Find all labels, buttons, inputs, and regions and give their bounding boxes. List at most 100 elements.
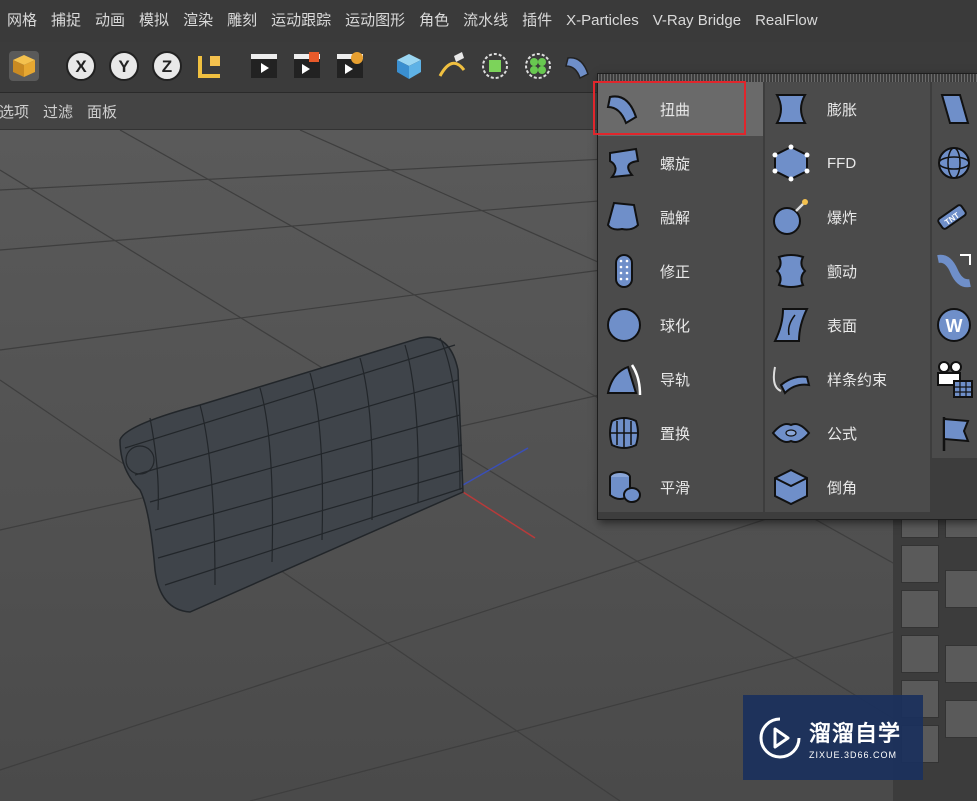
menu-simulate[interactable]: 模拟: [132, 0, 176, 42]
tool-icon-10[interactable]: [945, 700, 977, 738]
rail-icon: [602, 357, 646, 401]
y-axis-lock-icon[interactable]: Y: [108, 50, 140, 82]
watermark: 溜溜自学 ZIXUE.3D66.COM: [743, 695, 923, 780]
menu-snap[interactable]: 捕捉: [44, 0, 88, 42]
selection-highlight-box: [593, 81, 746, 135]
camera-deformer-icon: [932, 249, 976, 293]
deformer-label: 爆炸: [827, 209, 858, 227]
render-view-icon[interactable]: [248, 50, 280, 82]
tool-icon-3[interactable]: [901, 590, 939, 628]
mograph-cloner-icon[interactable]: [522, 50, 554, 82]
x-axis-lock-icon[interactable]: X: [65, 50, 97, 82]
menu-render[interactable]: 渲染: [176, 0, 220, 42]
viewport-menu-filter[interactable]: 过滤: [36, 101, 80, 122]
deformer-label: 膨胀: [827, 101, 858, 119]
cube-object-icon[interactable]: [8, 50, 40, 82]
deformer-popup-menu: 扭曲 螺旋 融解 修正 球化 导轨 置换 平滑 膨胀 FFD 爆炸 颤动 表面 …: [597, 73, 977, 520]
menu-x-particles[interactable]: X-Particles: [559, 0, 646, 42]
deformer-label: 导轨: [660, 371, 691, 389]
pen-spline-icon[interactable]: [436, 50, 468, 82]
deformer-jiggle-item[interactable]: 颤动: [765, 244, 930, 298]
correction-icon: [602, 249, 646, 293]
deformer-explosion-item[interactable]: 爆炸: [765, 190, 930, 244]
tool-icon-4[interactable]: [901, 635, 939, 673]
camera-clip-icon: [932, 357, 976, 401]
surface-icon: [769, 303, 813, 347]
svg-text:Z: Z: [162, 57, 172, 76]
deformer-label: 置换: [660, 425, 691, 443]
deformer-camera-item[interactable]: [928, 244, 977, 298]
svg-text:X: X: [75, 57, 87, 76]
deformer-label: 颤动: [827, 263, 858, 281]
smoothing-icon: [602, 465, 646, 509]
displacer-icon: [602, 411, 646, 455]
menu-vray-bridge[interactable]: V-Ray Bridge: [646, 0, 748, 42]
deformer-tnt-item[interactable]: TNT: [928, 190, 977, 244]
deformer-rail-item[interactable]: 导轨: [598, 352, 763, 406]
deformer-displacer-item[interactable]: 置换: [598, 406, 763, 460]
menu-realflow[interactable]: RealFlow: [748, 0, 825, 42]
deformer-label: 融解: [660, 209, 691, 227]
deformer-camera-clip-item[interactable]: [928, 352, 977, 406]
shear-icon: [932, 87, 976, 131]
menu-motion-tracking[interactable]: 运动跟踪: [264, 0, 338, 42]
deformer-ffd-item[interactable]: FFD: [765, 136, 930, 190]
deformer-bulge-item[interactable]: 膨胀: [765, 82, 930, 136]
formula-icon: [769, 411, 813, 455]
viewport-menu-panel[interactable]: 面板: [80, 101, 124, 122]
explosion-icon: [769, 195, 813, 239]
wind-icon: W: [932, 303, 976, 347]
svg-text:W: W: [946, 316, 963, 336]
ffd-icon: [769, 141, 813, 185]
jiggle-icon: [769, 249, 813, 293]
bulge-icon: [769, 87, 813, 131]
deformer-spherify-item[interactable]: 球化: [598, 298, 763, 352]
menu-sculpt[interactable]: 雕刻: [220, 0, 264, 42]
deformer-formula-item[interactable]: 公式: [765, 406, 930, 460]
deformer-surface-item[interactable]: 表面: [765, 298, 930, 352]
z-axis-lock-icon[interactable]: Z: [151, 50, 183, 82]
deformer-spline-wrap-item[interactable]: 样条约束: [765, 352, 930, 406]
menu-character[interactable]: 角色: [412, 0, 456, 42]
flag-icon: [932, 411, 976, 455]
bevel-icon: [769, 465, 813, 509]
deformer-label: 倒角: [827, 479, 858, 497]
coordinate-system-icon[interactable]: [194, 50, 226, 82]
deformer-label: 公式: [827, 425, 858, 443]
deformer-twist-item[interactable]: 螺旋: [598, 136, 763, 190]
viewport-menu-options[interactable]: 选项: [0, 101, 36, 122]
deformer-label: 样条约束: [827, 371, 888, 389]
deformer-column-2: 膨胀 FFD 爆炸 颤动 表面 样条约束 公式 倒角: [765, 82, 930, 512]
melt-icon: [602, 195, 646, 239]
subdivision-icon[interactable]: [479, 50, 511, 82]
deformer-correction-item[interactable]: 修正: [598, 244, 763, 298]
deformer-flag-item[interactable]: [928, 406, 977, 460]
mesh-deformer-icon: [932, 141, 976, 185]
menu-plugins[interactable]: 插件: [515, 0, 559, 42]
watermark-title: 溜溜自学: [809, 720, 902, 746]
menu-animate[interactable]: 动画: [88, 0, 132, 42]
menu-pipeline[interactable]: 流水线: [456, 0, 515, 42]
deformer-column-3: TNT W: [932, 82, 977, 458]
deformer-smoothing-item[interactable]: 平滑: [598, 460, 763, 514]
menu-mesh[interactable]: 网格: [0, 0, 44, 42]
deformer-shear-item[interactable]: [928, 82, 977, 136]
menu-bar: 网格 捕捉 动画 模拟 渲染 雕刻 运动跟踪 运动图形 角色 流水线 插件 X-…: [0, 0, 977, 42]
deformer-label: FFD: [827, 154, 857, 172]
deformer-label: 平滑: [660, 479, 691, 497]
tool-icon-9[interactable]: [945, 645, 977, 683]
deformer-bevel-item[interactable]: 倒角: [765, 460, 930, 514]
deformer-label: 表面: [827, 317, 858, 335]
deformer-melt-item[interactable]: 融解: [598, 190, 763, 244]
svg-text:Y: Y: [118, 57, 130, 76]
tool-icon-8[interactable]: [945, 570, 977, 608]
menu-mograph[interactable]: 运动图形: [338, 0, 412, 42]
tool-icon-2[interactable]: [901, 545, 939, 583]
deformer-wind-item[interactable]: W: [928, 298, 977, 352]
deformer-bend-icon[interactable]: [562, 50, 594, 82]
render-settings-icon[interactable]: [334, 50, 366, 82]
render-picture-viewer-icon[interactable]: [291, 50, 323, 82]
deformer-mesh-item[interactable]: [928, 136, 977, 190]
play-logo-icon: [755, 713, 805, 763]
cube-primitive-icon[interactable]: [393, 50, 425, 82]
